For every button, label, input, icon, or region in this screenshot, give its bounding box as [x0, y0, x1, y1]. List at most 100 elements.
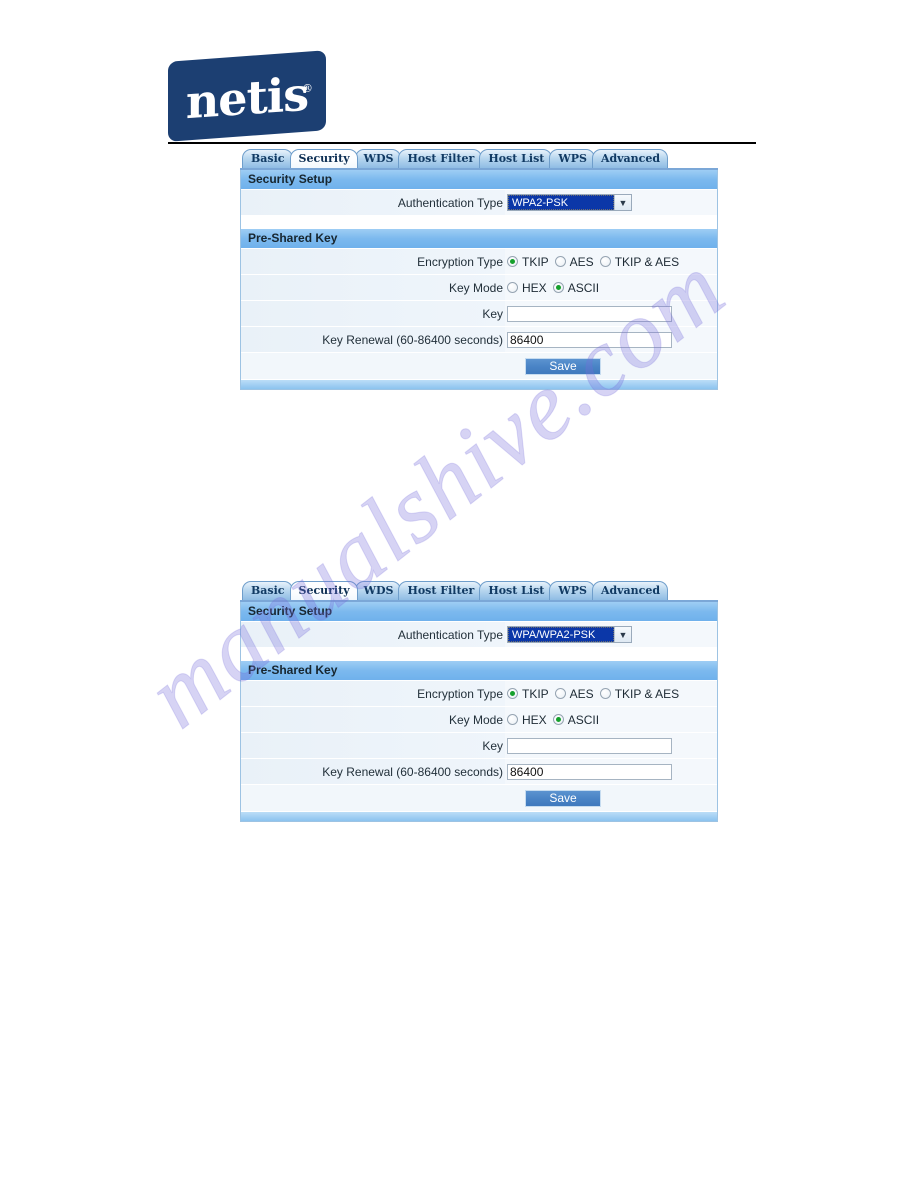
tab-host-list[interactable]: Host List — [479, 149, 553, 168]
radio-label-hex: HEX — [522, 280, 547, 295]
tab-basic[interactable]: Basic — [242, 149, 293, 168]
row-key-renewal: Key Renewal (60-86400 seconds) — [241, 759, 717, 785]
row-authentication-type: Authentication Type WPA2-PSK ▼ — [241, 190, 717, 216]
radio-icon-tkip[interactable] — [507, 688, 518, 699]
tab-bar: Basic Security WDS Host Filter Host List… — [240, 149, 718, 170]
label-key-mode: Key Mode — [241, 707, 505, 732]
row-encryption-type: Encryption Type TKIP AES TKIP & AES — [241, 249, 717, 275]
section-header-pre-shared-key: Pre-Shared Key — [241, 229, 717, 249]
field-key-mode: HEX ASCII — [505, 707, 717, 732]
tab-wds[interactable]: WDS — [354, 149, 402, 168]
section-header-security-setup: Security Setup — [241, 602, 717, 622]
authentication-type-select[interactable]: WPA2-PSK ▼ — [507, 194, 632, 211]
key-input[interactable] — [507, 305, 672, 322]
save-button[interactable]: Save — [525, 789, 601, 807]
tab-host-filter[interactable]: Host Filter — [398, 149, 483, 168]
radio-icon-tkip-aes[interactable] — [599, 688, 611, 699]
row-encryption-type: Encryption Type TKIP AES TKIP & AES — [241, 681, 717, 707]
radio-key-mode-hex[interactable]: HEX — [507, 713, 547, 727]
row-save: Save — [241, 353, 717, 380]
field-key-renewal — [505, 759, 717, 784]
radio-key-mode-ascii[interactable]: ASCII — [552, 712, 600, 727]
radio-key-mode-hex[interactable]: HEX — [507, 281, 547, 295]
key-mode-radio-group: HEX ASCII — [507, 281, 605, 295]
radio-label-hex: HEX — [522, 712, 547, 727]
authentication-type-value: WPA/WPA2-PSK — [508, 627, 614, 642]
section-gap — [241, 648, 717, 661]
label-key-renewal: Key Renewal (60-86400 seconds) — [241, 327, 505, 352]
tab-advanced[interactable]: Advanced — [591, 149, 669, 168]
radio-icon-hex[interactable] — [507, 714, 518, 725]
panel-body: Security Setup Authentication Type WPA2-… — [240, 170, 718, 390]
radio-icon-aes[interactable] — [554, 688, 566, 699]
tab-security[interactable]: Security — [289, 149, 358, 168]
field-authentication-type: WPA/WPA2-PSK ▼ — [505, 622, 717, 647]
radio-label-aes: AES — [569, 254, 594, 269]
panel-body: Security Setup Authentication Type WPA/W… — [240, 602, 718, 822]
key-renewal-input[interactable] — [507, 331, 672, 348]
tab-wps[interactable]: WPS — [549, 149, 595, 168]
tab-security[interactable]: Security — [289, 581, 358, 600]
section-header-pre-shared-key: Pre-Shared Key — [241, 661, 717, 681]
field-key-renewal — [505, 327, 717, 352]
tab-host-list[interactable]: Host List — [479, 581, 553, 600]
radio-label-aes: AES — [569, 686, 594, 701]
radio-label-tkip-aes: TKIP & AES — [614, 254, 680, 269]
row-key-mode: Key Mode HEX ASCII — [241, 707, 717, 733]
save-button[interactable]: Save — [525, 357, 601, 375]
radio-encryption-aes[interactable]: AES — [554, 254, 594, 269]
key-input[interactable] — [507, 737, 672, 754]
field-authentication-type: WPA2-PSK ▼ — [505, 190, 717, 215]
tab-bar: Basic Security WDS Host Filter Host List… — [240, 581, 718, 602]
label-encryption-type: Encryption Type — [241, 681, 505, 706]
tab-advanced[interactable]: Advanced — [591, 581, 669, 600]
radio-icon-ascii[interactable] — [552, 282, 564, 293]
row-key-renewal: Key Renewal (60-86400 seconds) — [241, 327, 717, 353]
security-panel-wpa-wpa2-psk: Basic Security WDS Host Filter Host List… — [240, 581, 718, 822]
radio-label-ascii: ASCII — [567, 712, 600, 727]
netis-logo: netis ® — [168, 50, 326, 142]
row-authentication-type: Authentication Type WPA/WPA2-PSK ▼ — [241, 622, 717, 648]
row-save: Save — [241, 785, 717, 812]
row-key: Key — [241, 301, 717, 327]
radio-label-tkip-aes: TKIP & AES — [614, 686, 680, 701]
radio-encryption-tkip[interactable]: TKIP — [507, 687, 549, 701]
radio-encryption-tkip-aes[interactable]: TKIP & AES — [599, 254, 680, 269]
radio-key-mode-ascii[interactable]: ASCII — [552, 280, 600, 295]
logo-wordmark: netis — [185, 66, 309, 130]
label-key-renewal: Key Renewal (60-86400 seconds) — [241, 759, 505, 784]
tab-wps[interactable]: WPS — [549, 581, 595, 600]
field-key — [505, 301, 717, 326]
radio-label-ascii: ASCII — [567, 280, 600, 295]
radio-icon-ascii[interactable] — [552, 714, 564, 725]
label-key-mode: Key Mode — [241, 275, 505, 300]
security-panel-wpa2-psk: Basic Security WDS Host Filter Host List… — [240, 149, 718, 390]
panel-footer — [241, 380, 717, 389]
label-authentication-type: Authentication Type — [241, 190, 505, 215]
tab-host-filter[interactable]: Host Filter — [398, 581, 483, 600]
radio-icon-tkip-aes[interactable] — [599, 256, 611, 267]
radio-icon-hex[interactable] — [507, 282, 518, 293]
authentication-type-select[interactable]: WPA/WPA2-PSK ▼ — [507, 626, 632, 643]
chevron-down-icon[interactable]: ▼ — [614, 627, 631, 642]
field-encryption-type: TKIP AES TKIP & AES — [505, 681, 717, 706]
radio-encryption-tkip[interactable]: TKIP — [507, 255, 549, 269]
radio-icon-tkip[interactable] — [507, 256, 518, 267]
row-key: Key — [241, 733, 717, 759]
key-mode-radio-group: HEX ASCII — [507, 713, 605, 727]
field-key-mode: HEX ASCII — [505, 275, 717, 300]
chevron-down-icon[interactable]: ▼ — [614, 195, 631, 210]
registered-trademark-icon: ® — [302, 81, 313, 96]
tab-wds[interactable]: WDS — [354, 581, 402, 600]
encryption-type-radio-group: TKIP AES TKIP & AES — [507, 255, 685, 269]
field-key — [505, 733, 717, 758]
label-key: Key — [241, 733, 505, 758]
label-authentication-type: Authentication Type — [241, 622, 505, 647]
radio-icon-aes[interactable] — [554, 256, 566, 267]
radio-encryption-aes[interactable]: AES — [554, 686, 594, 701]
label-key: Key — [241, 301, 505, 326]
radio-label-tkip: TKIP — [522, 686, 549, 701]
key-renewal-input[interactable] — [507, 763, 672, 780]
radio-encryption-tkip-aes[interactable]: TKIP & AES — [599, 686, 680, 701]
tab-basic[interactable]: Basic — [242, 581, 293, 600]
